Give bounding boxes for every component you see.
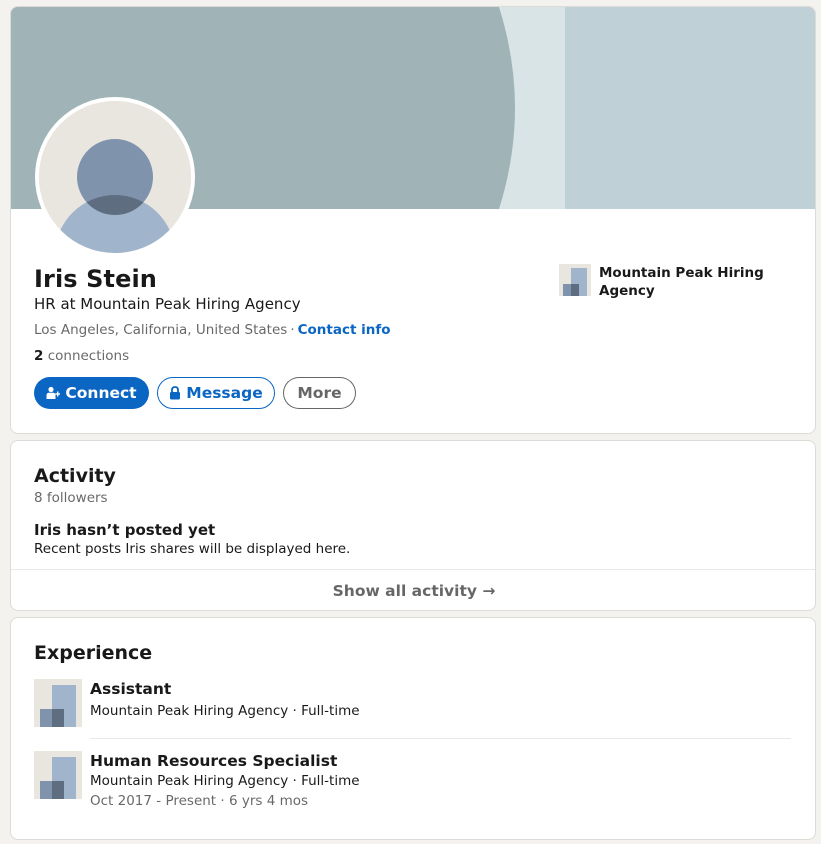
experience-item[interactable]: Assistant Mountain Peak Hiring Agency · … (34, 679, 792, 727)
company-logo-icon (559, 264, 591, 300)
connect-button[interactable]: Connect (34, 377, 149, 409)
company-logo-icon (34, 751, 82, 811)
no-posts-title: Iris hasn’t posted yet (34, 521, 216, 539)
followers-count: 8 followers (34, 490, 108, 506)
experience-company: Mountain Peak Hiring Agency · Full-time (90, 773, 360, 789)
experience-divider (90, 738, 791, 739)
experience-title-text: Human Resources Specialist (90, 752, 338, 770)
profile-card: Iris Stein HR at Mountain Peak Hiring Ag… (10, 6, 816, 434)
profile-location-row: Los Angeles, California, United States · C… (34, 322, 391, 338)
profile-actions: Connect Message More (34, 377, 356, 409)
connections-label: connections (47, 348, 130, 364)
more-button[interactable]: More (283, 377, 356, 409)
no-posts-description: Recent posts Iris shares will be display… (34, 541, 351, 557)
experience-title: Experience (34, 642, 153, 664)
experience-details: Assistant Mountain Peak Hiring Agency · … (90, 679, 360, 727)
experience-item[interactable]: Human Resources Specialist Mountain Peak… (34, 751, 792, 811)
activity-card: Activity 8 followers Iris hasn’t posted … (10, 440, 816, 611)
message-button[interactable]: Message (157, 377, 275, 409)
default-avatar-icon (39, 101, 191, 253)
person-add-icon (46, 386, 61, 400)
profile-name: Iris Stein (34, 265, 157, 293)
show-all-activity-button[interactable]: Show all activity → (11, 569, 815, 610)
experience-title-text: Assistant (90, 680, 172, 698)
experience-card: Experience Assistant Mountain Peak Hirin… (10, 617, 816, 840)
separator-dot: · (290, 322, 295, 338)
experience-dates: Oct 2017 - Present · 6 yrs 4 mos (90, 793, 309, 809)
profile-location: Los Angeles, California, United States (34, 322, 288, 338)
profile-headline: HR at Mountain Peak Hiring Agency (34, 295, 301, 313)
activity-title: Activity (34, 465, 116, 487)
lock-icon (169, 386, 181, 400)
contact-info-link[interactable]: Contact info (298, 322, 391, 338)
profile-photo[interactable] (35, 97, 195, 257)
current-company-name: Mountain Peak Hiring Agency (599, 265, 764, 299)
connections-number: 2 (34, 348, 44, 364)
current-company-link[interactable]: Mountain Peak Hiring Agency (559, 264, 799, 300)
more-label: More (297, 384, 342, 402)
experience-company: Mountain Peak Hiring Agency · Full-time (90, 703, 360, 719)
company-logo-icon (34, 679, 82, 727)
message-label: Message (186, 384, 263, 402)
connect-label: Connect (65, 384, 137, 402)
connections-count[interactable]: 2 connections (34, 348, 129, 364)
experience-details: Human Resources Specialist Mountain Peak… (90, 751, 360, 811)
